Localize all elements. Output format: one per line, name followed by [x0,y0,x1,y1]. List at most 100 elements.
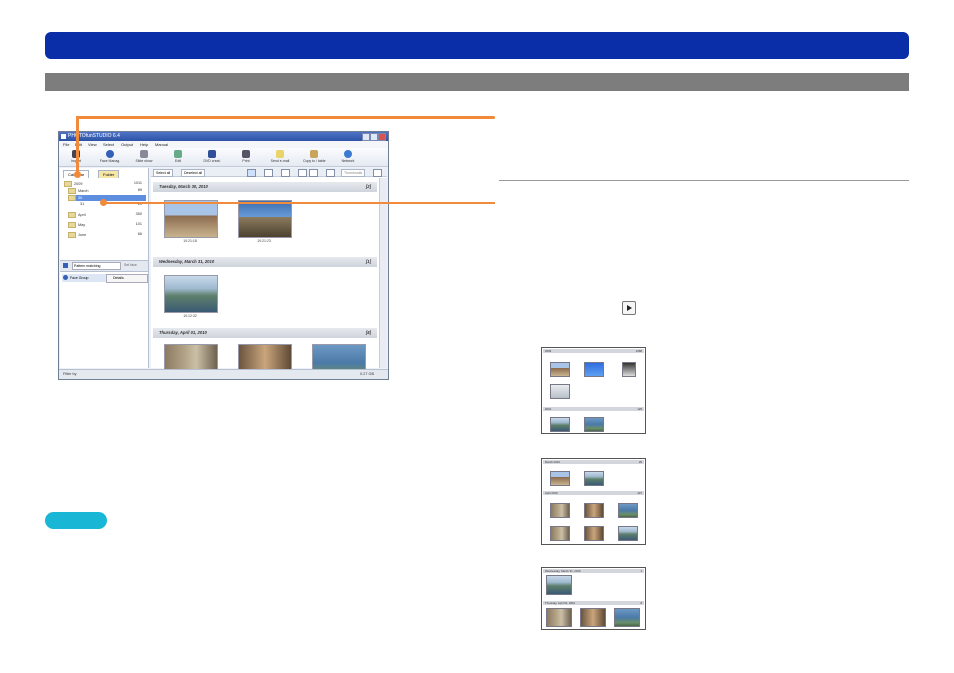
date-group-header[interactable]: Wednesday, March 31, 2010 [1] [153,257,377,267]
copy-icon [310,150,318,158]
mini-header: April 2010 437 [543,491,644,495]
tree-label: April [78,213,86,217]
photo-thumbnail [550,362,570,377]
thumbnail-time: 10:12:32 [183,314,197,318]
slideshow-button[interactable]: Slide show [133,149,155,165]
copy-button[interactable]: Copy to / table [303,149,326,165]
photo-thumbnail[interactable] [164,275,218,313]
calendar-icon [68,232,76,238]
mini-header: 2009 1068 [543,349,644,353]
copy-label: Copy to / table [303,159,326,163]
tree-item-selected-day[interactable]: 30 [68,195,146,201]
face-label: Face Manag. [99,159,121,163]
month-view-preview: March 2010 29 April 2010 437 [541,458,646,545]
menu-manual[interactable]: Manual [155,142,168,147]
set-face-button[interactable]: Set face [124,262,144,268]
mini-count: 437 [637,491,642,495]
photo-thumbnail[interactable] [238,200,292,238]
thumbnail-time: 10:21:23 [257,239,271,243]
date-group-header[interactable]: Tuesday, March 30, 2010 [2] [153,182,377,192]
photo-thumbnail [550,384,570,399]
menu-output[interactable]: Output [121,142,133,147]
face-group-label: Face Group [70,276,89,280]
person-icon [63,275,68,280]
photo-thumbnail [618,526,638,541]
mini-count: 8 [640,601,642,605]
photo-thumbnail [584,362,604,377]
tree-label: 2009 [74,182,83,186]
menu-select[interactable]: Select [103,142,114,147]
face-filter-field[interactable]: Pattern matching [72,262,121,270]
maximize-button[interactable] [370,133,378,141]
photo-thumbnail [546,575,572,595]
date-label: Wednesday, March 31, 2010 [159,259,215,264]
date-label: Tuesday, March 30, 2010 [159,184,208,189]
photo-thumbnail [550,526,570,541]
dvd-button[interactable]: DVD creat. [201,149,223,165]
mini-header: 2010 125 [543,407,644,411]
network-label: Network [341,159,355,163]
status-left: Filter by [63,372,77,376]
dvd-label: DVD creat. [203,159,221,163]
network-button[interactable]: Network [337,149,359,165]
photo-thumbnail [622,362,636,377]
tree-label: 31 [80,202,85,206]
photo-thumbnail [614,608,640,627]
tree-item-may[interactable]: May 101 [68,222,146,228]
mini-header: March 2010 29 [543,460,644,464]
photo-thumbnail [584,526,604,541]
face-button[interactable]: Face Manag. [99,149,121,165]
thumbnail-size-select[interactable]: Thumbnails [341,169,366,177]
filter-icon [63,263,68,268]
photo-thumbnail[interactable] [164,200,218,238]
photo-thumbnail [584,471,604,486]
dvd-icon [208,150,216,158]
edit-icon [174,150,182,158]
deselect-all-button[interactable]: Deselect all [181,169,206,177]
options-icon[interactable] [373,169,382,177]
calendar-icon [64,181,72,187]
tree-label: 30 [78,196,83,200]
grid-icon[interactable] [326,169,335,177]
mini-header-label: Wednesday, March 31, 2010 [545,569,581,573]
minimize-button[interactable] [362,133,370,141]
mini-count: 125 [637,407,642,411]
tree-item-march[interactable]: March 89 [68,188,146,194]
mini-header: Thursday, April 01, 2010 8 [543,601,644,605]
status-bar: Filter by 0.27 GB [59,369,388,379]
calendar-icon [68,195,76,201]
date-group-header[interactable]: Thursday, April 01, 2010 [8] [153,328,377,338]
scrollbar[interactable] [379,178,387,368]
tree-item-april[interactable]: April 350 [68,212,146,218]
next-arrow-icon[interactable] [309,169,318,177]
photo-thumbnail [550,417,570,432]
date-count: [8] [365,330,371,335]
tree-item-june[interactable]: June 66 [68,232,146,238]
menu-help[interactable]: Help [140,142,148,147]
tab-folder[interactable]: Folder [98,170,120,178]
face-details-button[interactable]: Details [106,274,148,283]
main-toolbar: Import Face Manag. Slide show Edit DVD c… [59,148,388,167]
divider [499,180,909,181]
print-button[interactable]: Print [235,149,257,165]
face-details-label: Details [113,276,124,280]
tree-item-year[interactable]: 2009 1011 [64,181,146,187]
face-list: Face Group Details [60,272,148,368]
email-button[interactable]: Send e-mail [269,149,291,165]
select-all-button[interactable]: Select all [153,169,174,177]
face-group-item[interactable]: Face Group [62,274,106,282]
callout-dot [100,199,107,206]
view-mode-icon[interactable] [247,169,256,177]
menu-file[interactable]: File [63,142,69,147]
mini-header-label: Thursday, April 01, 2010 [545,601,576,605]
email-label: Send e-mail [270,159,290,163]
calendar-icon [68,222,76,228]
face-view-icon[interactable] [281,169,290,177]
close-button[interactable] [378,133,386,141]
prev-arrow-icon[interactable] [298,169,307,177]
photo-thumbnail [546,608,572,627]
single-view-icon[interactable] [264,169,273,177]
app-window: PHOTOfunSTUDIO 6.4 File Edit View Select… [58,131,389,380]
edit-button[interactable]: Edit [167,149,189,165]
menu-view[interactable]: View [88,142,97,147]
